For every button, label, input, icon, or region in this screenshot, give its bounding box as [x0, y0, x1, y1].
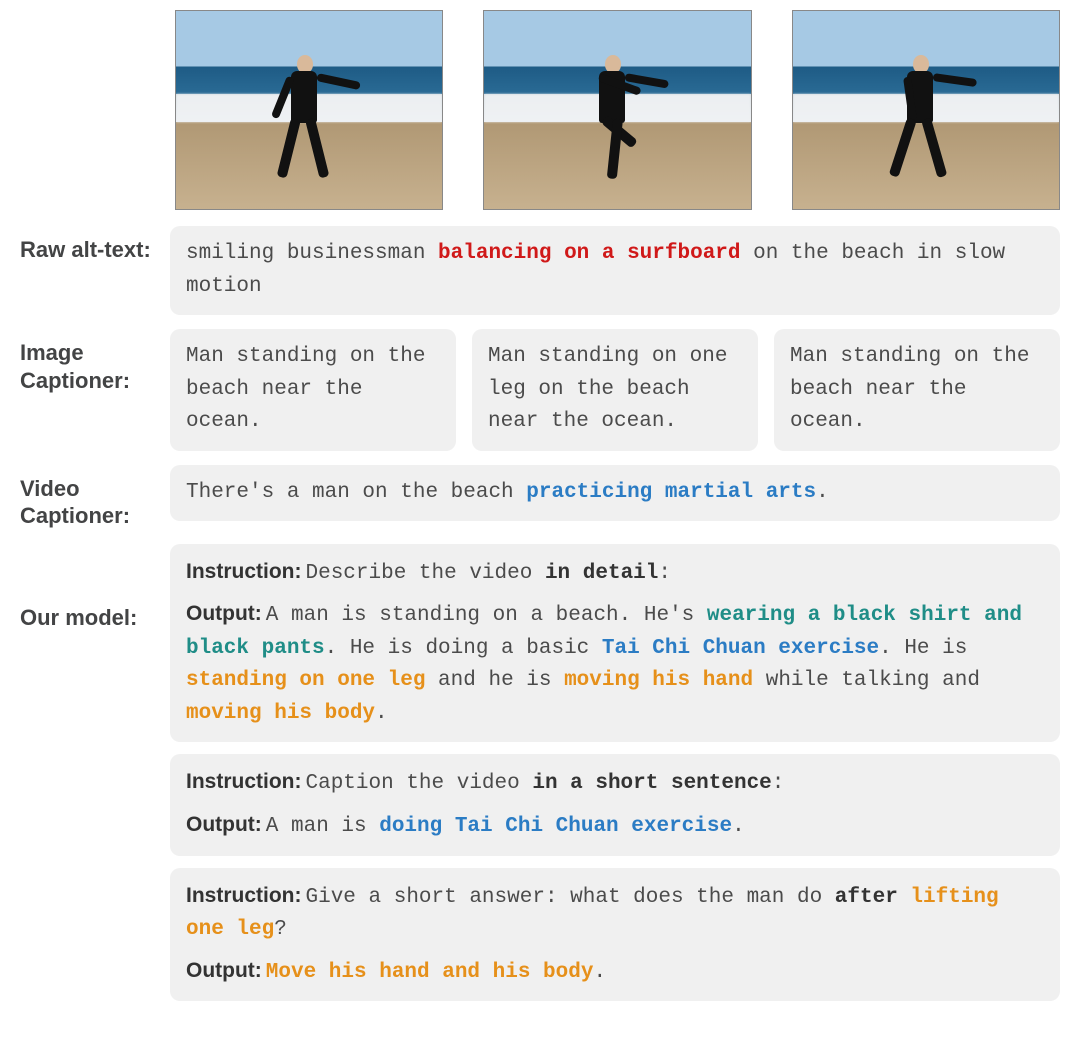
instruction-label: Instruction: — [186, 560, 302, 583]
label-video-captioner: Video Captioner: — [20, 465, 170, 530]
image-caption-3: Man standing on the beach near the ocean… — [774, 329, 1060, 451]
instruction-label: Instruction: — [186, 884, 302, 907]
row-video-captioner: Video Captioner: There's a man on the be… — [20, 465, 1060, 530]
output-label: Output: — [186, 602, 262, 625]
our-model-example-3: Instruction:Give a short answer: what do… — [170, 868, 1060, 1002]
row-raw-alt-text: Raw alt-text: smiling businessman balanc… — [20, 226, 1060, 315]
raw-alt-text-box: smiling businessman balancing on a surfb… — [170, 226, 1060, 315]
label-raw-alt-text: Raw alt-text: — [20, 226, 170, 264]
video-frame-3 — [792, 10, 1060, 210]
image-caption-2: Man standing on one leg on the beach nea… — [472, 329, 758, 451]
image-caption-1: Man standing on the beach near the ocean… — [170, 329, 456, 451]
video-frames-row — [175, 10, 1060, 210]
row-our-model: Our model: Instruction:Describe the vide… — [20, 544, 1060, 1001]
video-frame-2 — [483, 10, 751, 210]
instruction-label: Instruction: — [186, 770, 302, 793]
row-image-captioner: Image Captioner: Man standing on the bea… — [20, 329, 1060, 451]
video-caption-box: There's a man on the beach practicing ma… — [170, 465, 1060, 522]
our-model-example-2: Instruction:Caption the video in a short… — [170, 754, 1060, 855]
output-label: Output: — [186, 959, 262, 982]
raw-alt-highlight: balancing on a surfboard — [438, 242, 740, 265]
label-image-captioner: Image Captioner: — [20, 329, 170, 394]
video-frame-1 — [175, 10, 443, 210]
our-model-example-1: Instruction:Describe the video in detail… — [170, 544, 1060, 743]
label-our-model: Our model: — [20, 544, 170, 632]
video-caption-highlight: practicing martial arts — [526, 481, 816, 504]
output-label: Output: — [186, 813, 262, 836]
